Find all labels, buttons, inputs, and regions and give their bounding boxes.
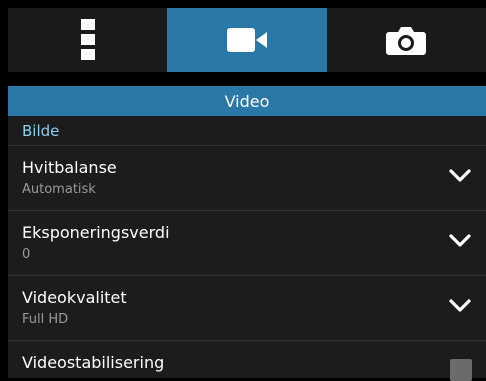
- setting-value: Automatisk: [22, 182, 96, 197]
- category-label: Bilde: [22, 121, 60, 140]
- chevron-down-icon[interactable]: [448, 233, 472, 253]
- setting-video-quality[interactable]: Videokvalitet Full HD: [8, 276, 486, 341]
- chevron-down-icon[interactable]: [448, 298, 472, 318]
- settings-menu-icon: [80, 19, 95, 61]
- mode-tab-bar: [8, 8, 486, 72]
- chevron-down-icon[interactable]: [448, 168, 472, 188]
- video-camera-icon: [226, 27, 267, 53]
- tab-camera[interactable]: [327, 8, 486, 72]
- tab-settings-menu[interactable]: [8, 8, 167, 72]
- category-header: Bilde: [8, 116, 486, 146]
- setting-value: 0: [22, 247, 31, 262]
- tab-video[interactable]: [167, 8, 327, 72]
- camera-icon: [386, 25, 427, 55]
- setting-exposure[interactable]: Eksponeringsverdi 0: [8, 211, 486, 276]
- section-title: Video: [224, 91, 270, 111]
- setting-title: Hvitbalanse: [22, 158, 117, 177]
- spacer: [8, 72, 486, 86]
- setting-title: Videostabilisering: [22, 353, 165, 372]
- setting-title: Videokvalitet: [22, 288, 127, 307]
- setting-white-balance[interactable]: Hvitbalanse Automatisk: [8, 146, 486, 211]
- setting-value: Full HD: [22, 312, 69, 327]
- setting-title: Eksponeringsverdi: [22, 223, 170, 242]
- setting-video-stabilization[interactable]: Videostabilisering: [8, 341, 486, 381]
- section-header: Video: [8, 86, 486, 116]
